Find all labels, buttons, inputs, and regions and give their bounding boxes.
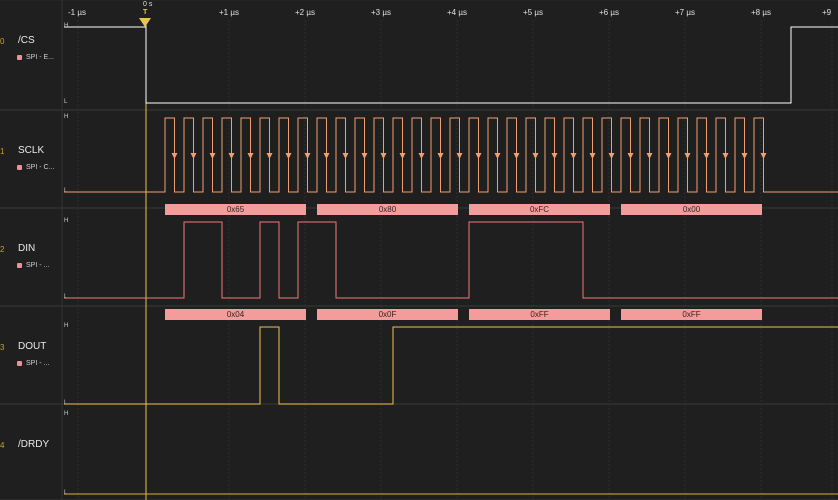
tick-label: -1 µs <box>68 8 86 17</box>
sample-arrow-icon <box>627 153 634 159</box>
channel-name[interactable]: DIN <box>18 243 35 254</box>
dout-waveform <box>64 326 838 405</box>
channel-number: 3 <box>0 343 5 352</box>
sample-arrow-icon <box>475 153 482 159</box>
sample-arrow-icon <box>513 153 520 159</box>
channel-number: 2 <box>0 245 5 254</box>
sample-arrow-icon <box>171 153 178 159</box>
sample-arrow-icon <box>285 153 292 159</box>
sample-arrow-icon <box>266 153 273 159</box>
sample-arrow-icon <box>247 153 254 159</box>
din-waveform <box>64 221 838 299</box>
origin-label: 0 s <box>143 1 153 8</box>
analyzer-color-icon <box>17 54 22 60</box>
analyzer-color-icon <box>17 360 22 366</box>
tick-label: +6 µs <box>599 8 619 17</box>
sample-arrow-icon <box>323 153 330 159</box>
cs-waveform <box>64 26 838 104</box>
channel-name[interactable]: /DRDY <box>18 439 49 450</box>
sample-arrow-icon <box>494 153 501 159</box>
trigger-label: T <box>143 9 148 16</box>
analyzer-color-icon <box>17 262 22 268</box>
analyzer-tag[interactable]: SPI - ... <box>17 360 49 367</box>
sample-arrow-icon <box>361 153 368 159</box>
low-level-label: L <box>64 99 68 105</box>
high-level-label: H <box>64 411 69 417</box>
sample-arrow-icon <box>646 153 653 159</box>
analyzer-tag[interactable]: SPI - E... <box>17 54 54 61</box>
dout-decoded-byte[interactable]: 0x04 <box>165 309 306 320</box>
dout-decoded-byte[interactable]: 0xFF <box>469 309 610 320</box>
high-level-label: H <box>64 114 69 120</box>
sample-arrow-icon <box>209 153 216 159</box>
tick-label: +1 µs <box>219 8 239 17</box>
sample-arrow-icon <box>741 153 748 159</box>
analyzer-label: SPI - E... <box>26 54 55 61</box>
dout-decoded-byte[interactable]: 0xFF <box>621 309 762 320</box>
channel-name[interactable]: DOUT <box>18 341 46 352</box>
tick-label: +9 <box>822 8 832 17</box>
channel-name[interactable]: /CS <box>18 35 35 46</box>
tick-label: +8 µs <box>751 8 771 17</box>
analyzer-label: SPI - C... <box>26 164 55 171</box>
low-level-label: L <box>64 490 68 496</box>
tick-label: +3 µs <box>371 8 391 17</box>
analyzer-label: SPI - ... <box>26 262 50 269</box>
sclk-waveform <box>64 117 838 193</box>
sample-arrow-icon <box>190 153 197 159</box>
sample-arrow-icon <box>589 153 596 159</box>
channel-number: 1 <box>0 147 5 156</box>
analyzer-color-icon <box>17 164 22 170</box>
tick-label: +7 µs <box>675 8 695 17</box>
dout-decoded-byte[interactable]: 0x0F <box>317 309 458 320</box>
trigger-marker-icon[interactable] <box>139 18 151 27</box>
analyzer-tag[interactable]: SPI - ... <box>17 262 49 269</box>
waveform-canvas[interactable] <box>0 0 838 500</box>
high-level-label: H <box>64 23 69 29</box>
tick-label: +2 µs <box>295 8 315 17</box>
tick-label: +5 µs <box>523 8 543 17</box>
channel-name[interactable]: SCLK <box>18 145 44 156</box>
channel-number: 4 <box>0 441 5 450</box>
high-level-label: H <box>64 218 69 224</box>
sample-arrow-icon <box>703 153 710 159</box>
sample-arrow-icon <box>342 153 349 159</box>
sample-arrow-icon <box>570 153 577 159</box>
high-level-label: H <box>64 323 69 329</box>
tick-label: +4 µs <box>447 8 467 17</box>
din-decoded-byte[interactable]: 0xFC <box>469 204 610 215</box>
sample-arrow-icon <box>551 153 558 159</box>
channel-number: 0 <box>0 37 5 46</box>
sample-arrow-icon <box>722 153 729 159</box>
low-level-label: L <box>64 294 68 300</box>
analyzer-tag[interactable]: SPI - C... <box>17 164 54 171</box>
sample-arrow-icon <box>399 153 406 159</box>
sample-arrow-icon <box>418 153 425 159</box>
low-level-label: L <box>64 188 68 194</box>
din-decoded-byte[interactable]: 0x80 <box>317 204 458 215</box>
din-decoded-byte[interactable]: 0x65 <box>165 204 306 215</box>
analyzer-label: SPI - ... <box>26 360 50 367</box>
din-decoded-byte[interactable]: 0x00 <box>621 204 762 215</box>
sample-arrow-icon <box>665 153 672 159</box>
sample-arrow-icon <box>437 153 444 159</box>
low-level-label: L <box>64 400 68 406</box>
